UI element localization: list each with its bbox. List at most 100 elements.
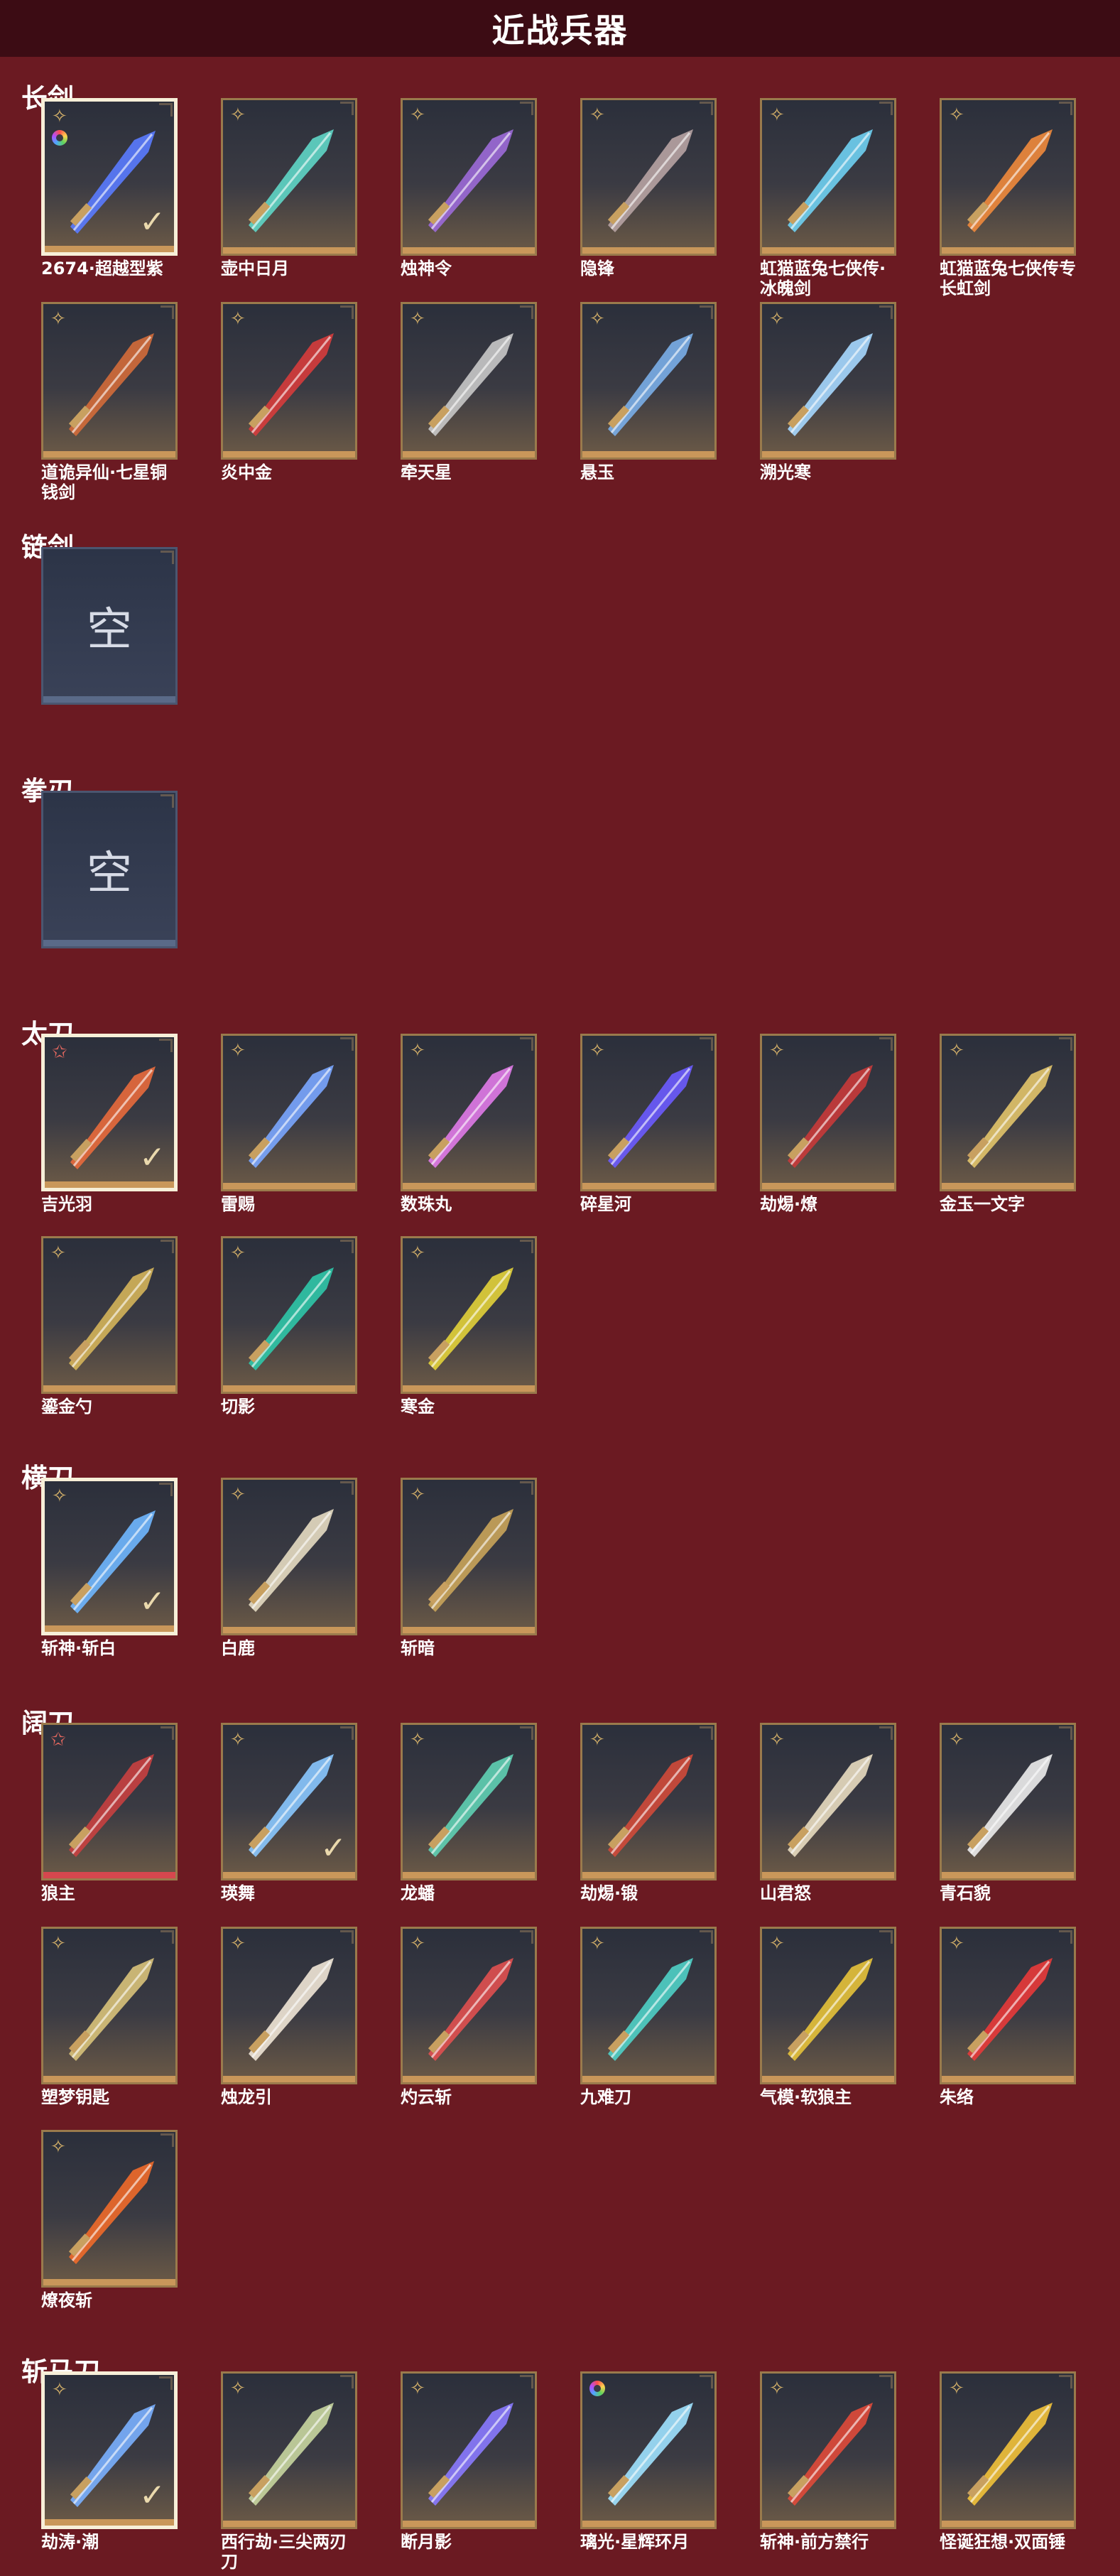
weapon-card[interactable]: ✧ [940,98,1076,256]
weapon-item[interactable]: ✧ 壶中日月 [221,98,361,278]
weapon-item[interactable]: ✧ 烛神令 [401,98,541,278]
weapon-card[interactable]: ✧ [760,98,896,256]
weapon-card[interactable]: ✧ [221,302,357,460]
weapon-item[interactable]: ✧ 九难刀 [580,1927,721,2107]
weapon-item[interactable]: ✧ 燎夜斩 [41,2130,182,2310]
weapon-card[interactable]: ✧ [760,302,896,460]
weapon-card[interactable]: ✧ [41,1236,178,1394]
weapon-card[interactable]: ✧ [940,1034,1076,1191]
weapon-item[interactable]: ✧ 塑梦钥匙 [41,1927,182,2107]
weapon-card[interactable]: ✧ [221,1927,357,2084]
weapon-card[interactable]: ✧ ✓ [41,2371,178,2529]
weapon-card[interactable]: ✧ [940,1723,1076,1880]
weapon-item[interactable]: ✧ 气模·软狼主 [760,1927,901,2107]
weapon-item[interactable]: ✧ 灼云斩 [401,1927,541,2107]
weapon-item[interactable]: ✧ ✓ 斩神·斩白 [41,1478,182,1658]
weapon-item[interactable]: ✧ 斩神·前方禁行 [760,2371,901,2552]
weapon-item[interactable]: ✧ 璃光·星辉环月 [580,2371,721,2552]
weapon-item[interactable]: ✧ 数珠丸 [401,1034,541,1214]
weapon-card[interactable]: ✧ [760,1723,896,1880]
corner-fold-icon [1059,1037,1072,1051]
weapon-card[interactable]: ✧ [580,1927,717,2084]
weapon-item[interactable]: ✧ 悬玉 [580,302,721,482]
weapon-card[interactable]: ✧ [580,98,717,256]
weapon-card[interactable]: ✧ [221,1236,357,1394]
weapon-card[interactable]: ✧ [221,1034,357,1191]
weapon-item[interactable]: ✧ ✓ 劫涛·潮 [41,2371,182,2552]
weapon-card[interactable]: ✧ [41,2130,178,2288]
weapon-item[interactable]: ✧ 切影 [221,1236,361,1417]
weapon-card[interactable]: ✧ [940,2371,1076,2529]
corner-fold-icon [161,1930,174,1944]
weapon-card[interactable]: ✧ [760,2371,896,2529]
weapon-item[interactable]: ✧ ✓ 2674·超越型紫 [41,98,182,278]
weapon-card[interactable]: ✧ [760,1927,896,2084]
weapon-item[interactable]: ✧ 雷赐 [221,1034,361,1214]
weapon-item[interactable]: ✧ 西行劫·三尖两刃刀 [221,2371,361,2572]
weapon-card[interactable]: ✧ [580,302,717,460]
weapon-card[interactable]: ✧ [401,1927,537,2084]
weapon-item[interactable]: ✧ ✓ 瑛舞 [221,1723,361,1903]
weapon-item[interactable]: ✧ 怪诞狂想·双面锤 [940,2371,1080,2552]
weapon-card[interactable]: ✧ [41,1927,178,2084]
weapon-card[interactable]: ✧ [221,2371,357,2529]
weapon-card[interactable]: ✧ [401,1478,537,1635]
weapon-item[interactable]: ✧ 烛龙引 [221,1927,361,2107]
weapon-card[interactable]: ✧ [760,1034,896,1191]
weapon-item[interactable]: ✧ 白鹿 [221,1478,361,1658]
weapon-item[interactable]: ✧ 劫焬·锻 [580,1723,721,1903]
weapon-item[interactable]: ✧ 隐锋 [580,98,721,278]
weapon-item[interactable]: ✩ ✓ 吉光羽 [41,1034,182,1214]
empty-weapon-slot[interactable]: 空 [41,791,182,948]
corner-fold-icon [159,2376,173,2390]
weapon-card[interactable]: ✧ [41,302,178,460]
weapon-name: 塑梦钥匙 [41,2087,109,2107]
weapon-card[interactable]: ✧ [401,2371,537,2529]
weapon-item[interactable]: ✧ 朱络 [940,1927,1080,2107]
weapon-image [428,1958,513,2061]
weapon-card[interactable]: ✧ [401,98,537,256]
weapon-card[interactable]: ✧ [940,1927,1076,2084]
weapon-item[interactable]: ✧ 碎星河 [580,1034,721,1214]
corner-fold-icon [700,1930,713,1944]
weapon-card[interactable]: ✧ [580,2371,717,2529]
weapon-item[interactable]: ✧ 炎中金 [221,302,361,482]
weapon-item[interactable]: ✧ 鎏金勺 [41,1236,182,1417]
corner-fold-icon [520,1930,533,1944]
weapon-name: 溯光寒 [760,462,811,482]
weapon-item[interactable]: ✧ 金玉一文字 [940,1034,1080,1214]
weapon-item[interactable]: ✧ 龙蟠 [401,1723,541,1903]
weapon-card[interactable]: ✧ ✓ [41,1478,178,1635]
weapon-card[interactable]: ✧ [401,1034,537,1191]
weapon-item[interactable]: ✧ 道诡异仙·七星铜钱剑 [41,302,182,502]
weapon-item[interactable]: ✧ 虹猫蓝兔七侠传·冰魄剑 [760,98,901,298]
checkmark-icon: ✓ [320,1830,347,1866]
weapon-item[interactable]: ✧ 牵天星 [401,302,541,482]
weapon-card[interactable]: ✩ [41,1723,178,1880]
weapon-card[interactable]: ✧ [401,1723,537,1880]
weapon-card[interactable]: 空 [41,547,178,705]
weapon-item[interactable]: ✧ 山君怒 [760,1723,901,1903]
weapon-card[interactable]: ✧ [401,302,537,460]
weapon-card[interactable]: ✩ ✓ [41,1034,178,1191]
weapon-item[interactable]: ✧ 青石貌 [940,1723,1080,1903]
weapon-card[interactable]: ✧ [221,1478,357,1635]
weapon-card[interactable]: ✧ ✓ [41,98,178,256]
weapon-name: 斩神·斩白 [41,1638,116,1658]
weapon-item[interactable]: ✧ 劫焬·燎 [760,1034,901,1214]
weapon-card[interactable]: ✧ [221,98,357,256]
weapon-card[interactable]: ✧ [580,1723,717,1880]
weapon-card[interactable]: 空 [41,791,178,948]
weapon-item[interactable]: ✧ 溯光寒 [760,302,901,482]
weapon-image [967,1754,1053,1857]
weapon-item[interactable]: ✧ 断月影 [401,2371,541,2552]
empty-weapon-slot[interactable]: 空 [41,547,182,705]
weapon-item[interactable]: ✧ 斩暗 [401,1478,541,1658]
weapon-item[interactable]: ✩ 狼主 [41,1723,182,1903]
weapon-card[interactable]: ✧ [580,1034,717,1191]
weapon-card[interactable]: ✧ [401,1236,537,1394]
weapon-item[interactable]: ✧ 虹猫蓝兔七侠传专长虹剑 [940,98,1080,298]
weapon-item[interactable]: ✧ 寒金 [401,1236,541,1417]
weapon-card[interactable]: ✧ ✓ [221,1723,357,1880]
weapon-name: 数珠丸 [401,1194,452,1214]
